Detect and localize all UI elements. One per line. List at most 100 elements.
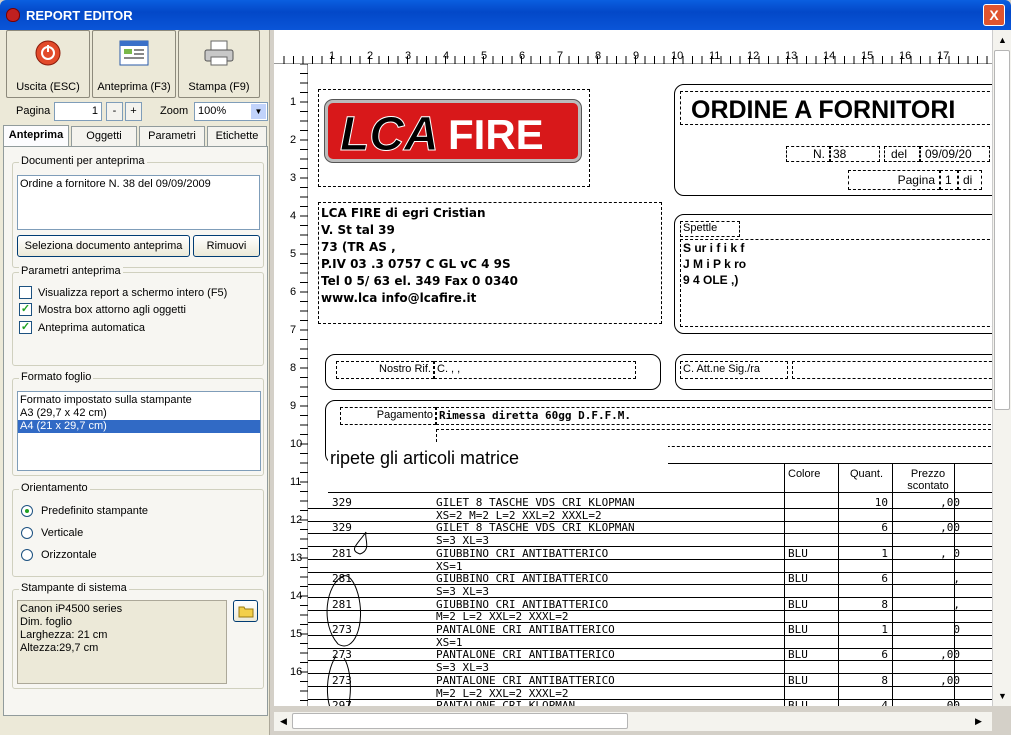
checkbox-label: Anteprima automatica	[38, 321, 145, 334]
radio-label: Predefinito stampante	[41, 505, 149, 517]
printer-title: Stampante di sistema	[19, 582, 129, 594]
tab-etichette[interactable]: Etichette	[207, 126, 267, 146]
preview-label: Anteprima (F3)	[97, 81, 171, 93]
tab-content: Documenti per anteprima Ordine a fornito…	[3, 146, 268, 716]
item-qty: 1	[881, 546, 888, 560]
vertical-scroll-thumb[interactable]	[994, 50, 1010, 410]
table-row[interactable]: 329 GILET 8 TASCHE VDS CRI KLOPMAN 6 ,00	[308, 521, 992, 535]
printer-width: Larghezza: 21 cm	[20, 629, 108, 641]
radio-dot[interactable]	[21, 527, 33, 539]
table-row[interactable]: S=3 XL=3	[308, 534, 992, 548]
page-input[interactable]: 1	[54, 102, 102, 121]
app-icon	[6, 8, 20, 22]
horizontal-scrollbar[interactable]: ◀ ▶	[274, 712, 992, 731]
ruler-number: 12	[290, 514, 303, 526]
logo-box[interactable]: LCA FIRE	[318, 89, 590, 187]
checkmark-icon[interactable]: ✓	[19, 303, 32, 316]
table-row[interactable]: 329 GILET 8 TASCHE VDS CRI KLOPMAN 10 ,00	[308, 496, 992, 509]
table-row[interactable]: M=2 L=2 XXL=2 XXXL=2	[308, 687, 992, 700]
table-row[interactable]: XS=2 M=2 L=2 XXL=2 XXXL=2	[308, 509, 992, 522]
ruler-number: 7	[557, 50, 564, 62]
scroll-down-icon[interactable]: ▼	[994, 688, 1011, 705]
table-row[interactable]: 281 GIUBBINO CRI ANTIBATTERICO BLU 6 ,	[308, 572, 992, 586]
vertical-scrollbar[interactable]: ▲ ▼	[992, 30, 1011, 706]
ruler-number: 7	[290, 324, 297, 336]
table-row[interactable]: M=2 L=2 XXL=2 XXXL=2	[308, 610, 992, 624]
list-item[interactable]: A3 (29,7 x 42 cm)	[18, 407, 260, 420]
doc-page-label: Pagina	[897, 173, 935, 187]
tab-oggetti[interactable]: Oggetti	[71, 126, 137, 146]
select-document-button[interactable]: Seleziona documento anteprima	[17, 235, 190, 257]
report-page[interactable]: LCA FIRE ORDINE A FORNITORI N. 38 del 09…	[308, 64, 992, 706]
title-bar: REPORT EDITOR X	[0, 0, 1011, 30]
print-button[interactable]: Stampa (F9)	[178, 30, 260, 98]
item-description: PANTALONE CRI ANTIBATTERICO	[436, 648, 615, 662]
handwritten-marks	[326, 531, 368, 706]
radio-default-printer[interactable]: Predefinito stampante	[21, 505, 148, 517]
page-plus-button[interactable]: +	[125, 102, 142, 121]
company-box[interactable]: LCA FIRE di egri Cristian V. St tal 39 7…	[318, 202, 662, 324]
item-qty: 6	[881, 648, 888, 662]
date-box: 09/09/20	[920, 146, 990, 162]
ruler-ticks-v	[300, 64, 308, 701]
table-row[interactable]: S=3 XL=3	[308, 661, 992, 675]
company-line: LCA FIRE di egri Cristian	[321, 206, 486, 220]
printer-icon	[204, 40, 234, 66]
table-row[interactable]: XS=1	[308, 636, 992, 649]
page-minus-button[interactable]: -	[106, 102, 123, 121]
radio-dot[interactable]	[21, 549, 33, 561]
docs-list[interactable]: Ordine a fornitore N. 38 del 09/09/2009	[17, 175, 260, 230]
zoom-select[interactable]: 100% ▼	[194, 102, 268, 121]
table-row[interactable]: 273 PANTALONE CRI ANTIBATTERICO BLU 1 0	[308, 623, 992, 636]
table-row[interactable]: 281 GIUBBINO CRI ANTIBATTERICO BLU 8 ,	[308, 598, 992, 611]
rif-value-box: C. , ,	[434, 361, 636, 379]
format-list[interactable]: Formato impostato sulla stampante A3 (29…	[17, 391, 261, 471]
list-item[interactable]: Ordine a fornitore N. 38 del 09/09/2009	[18, 178, 259, 191]
zoom-value: 100%	[198, 105, 227, 117]
scroll-left-icon[interactable]: ◀	[275, 713, 292, 730]
checkmark-icon[interactable]: ✓	[19, 321, 32, 334]
ruler-number: 16	[899, 50, 912, 62]
exit-button[interactable]: Uscita (ESC)	[6, 30, 90, 98]
item-description: PANTALONE CRI KLOPMAN	[436, 699, 576, 706]
folder-button[interactable]	[233, 600, 258, 622]
order-title-box[interactable]: ORDINE A FORNITORI	[680, 91, 992, 125]
fullscreen-checkbox[interactable]: Visualizza report a schermo intero (F5)	[19, 286, 227, 299]
scroll-up-icon[interactable]: ▲	[994, 32, 1011, 49]
item-description: S=3 XL=3	[436, 534, 489, 548]
list-item-selected[interactable]: A4 (21 x 29,7 cm)	[18, 420, 260, 433]
table-row[interactable]: 273 PANTALONE CRI ANTIBATTERICO BLU 8 ,00	[308, 674, 992, 687]
table-row[interactable]: 273 PANTALONE CRI ANTIBATTERICO BLU 6 ,00	[308, 648, 992, 662]
radio-vertical[interactable]: Verticale	[21, 527, 83, 539]
col-header-qty: Quant.	[850, 468, 884, 480]
docs-title: Documenti per anteprima	[19, 155, 147, 167]
radio-dot[interactable]	[21, 505, 33, 517]
table-row[interactable]: 297 PANTALONE CRI KLOPMAN BLU 4 ,00	[308, 699, 992, 706]
radio-horizontal[interactable]: Orizzontale	[21, 549, 97, 561]
power-icon	[35, 40, 61, 66]
ruler-number: 13	[290, 552, 303, 564]
show-box-checkbox[interactable]: ✓ Mostra box attorno agli oggetti	[19, 303, 186, 316]
chevron-down-icon[interactable]: ▼	[251, 104, 266, 119]
scroll-right-icon[interactable]: ▶	[970, 713, 987, 730]
remove-button[interactable]: Rimuovi	[193, 235, 260, 257]
table-row[interactable]: S=3 XL=3	[308, 585, 992, 598]
preview-button[interactable]: Anteprima (F3)	[92, 30, 176, 98]
print-label: Stampa (F9)	[188, 81, 250, 93]
exit-label: Uscita (ESC)	[16, 81, 80, 93]
list-item[interactable]: Formato impostato sulla stampante	[18, 394, 260, 407]
report-canvas[interactable]: 0 1234567891011121314151617 123456789101…	[274, 30, 992, 706]
tab-anteprima[interactable]: Anteprima	[3, 125, 69, 147]
table-row[interactable]: 281 GIUBBINO CRI ANTIBATTERICO BLU 1 , 0	[308, 547, 992, 560]
horizontal-scroll-thumb[interactable]	[292, 713, 628, 729]
auto-preview-checkbox[interactable]: ✓ Anteprima automatica	[19, 321, 145, 334]
table-row[interactable]: XS=1	[308, 560, 992, 573]
company-line: www.lca info@lcafire.it	[321, 291, 477, 305]
item-description: PANTALONE CRI ANTIBATTERICO	[436, 673, 615, 687]
close-button[interactable]: X	[983, 4, 1005, 26]
tab-parametri[interactable]: Parametri	[139, 126, 205, 146]
ruler-number: 15	[861, 50, 874, 62]
page-label-box: Pagina	[848, 170, 940, 190]
attention-box: C. Att.ne Sig./ra	[675, 354, 992, 390]
checkbox-box[interactable]	[19, 286, 32, 299]
